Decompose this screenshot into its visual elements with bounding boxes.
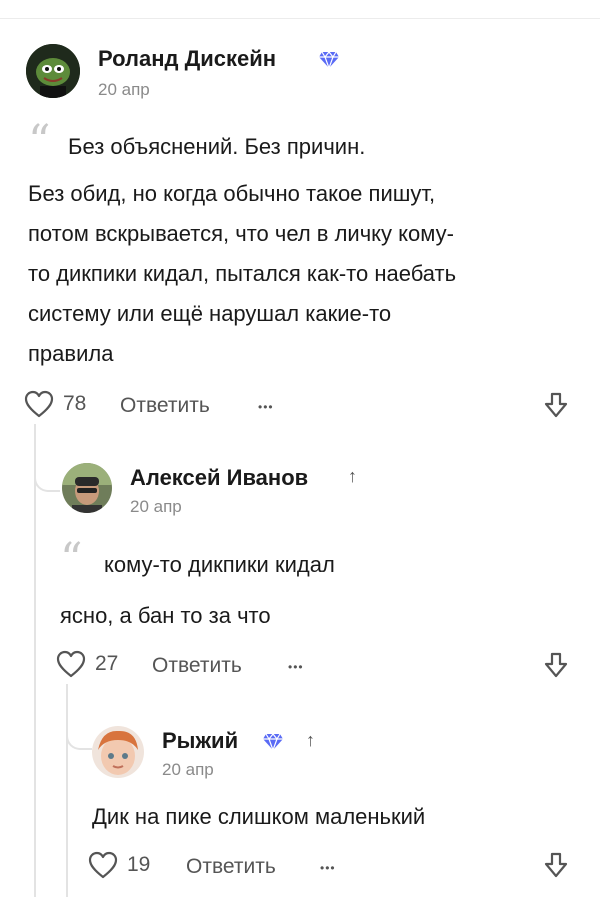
reply-button[interactable]: Ответить	[120, 394, 210, 418]
reply-arrow-icon[interactable]: ↑	[306, 730, 315, 751]
reply-button[interactable]: Ответить	[152, 654, 242, 678]
text-line: то дикпики кидал, пытался как-то наебать	[28, 261, 457, 286]
like-count: 78	[63, 392, 87, 415]
comment-date: 20 апр	[98, 80, 150, 99]
downvote-icon[interactable]	[544, 652, 568, 678]
verified-icon	[318, 51, 340, 69]
like-count: 19	[127, 853, 151, 876]
text-line: правила	[28, 341, 114, 366]
reply-button[interactable]: Ответить	[186, 855, 276, 879]
verified-icon	[262, 733, 284, 751]
like-button[interactable]: 27	[56, 650, 118, 678]
heart-icon	[56, 650, 86, 678]
comment-author[interactable]: Роланд Дискейн	[98, 46, 276, 72]
comment-text: Дик на пике слишком маленький	[92, 804, 426, 829]
downvote-icon[interactable]	[544, 392, 568, 418]
more-options-button[interactable]: •••	[288, 660, 304, 674]
like-button[interactable]: 19	[88, 851, 150, 879]
comment-text: ясно, а бан то за что	[60, 603, 271, 628]
quote-icon: “	[28, 116, 51, 167]
thread-line	[66, 684, 68, 897]
comment-author[interactable]: Алексей Иванов	[130, 465, 308, 491]
avatar[interactable]	[62, 463, 112, 513]
quoted-text: кому-то дикпики кидал	[104, 552, 335, 577]
text-line: систему или ещё нарушал какие-то	[28, 301, 392, 326]
heart-icon	[88, 851, 118, 879]
top-divider	[0, 18, 600, 19]
reply-arrow-icon[interactable]: ↑	[348, 466, 357, 487]
thread-connector	[66, 726, 92, 750]
avatar[interactable]	[92, 726, 144, 778]
more-options-button[interactable]: •••	[320, 861, 336, 875]
comment-text: Без обид, но когда обычно такое пишут, п…	[28, 174, 588, 374]
heart-icon	[24, 390, 54, 418]
quote-icon: “	[60, 534, 83, 585]
comment-date: 20 апр	[162, 760, 214, 779]
quoted-text: Без объяснений. Без причин.	[68, 134, 366, 159]
comment-author[interactable]: Рыжий	[162, 728, 238, 754]
like-button[interactable]: 78	[24, 390, 86, 418]
more-options-button[interactable]: •••	[258, 400, 274, 414]
thread-connector	[34, 468, 60, 492]
text-line: потом вскрывается, что чел в личку кому-	[28, 221, 454, 246]
text-line: Без обид, но когда обычно такое пишут,	[28, 181, 436, 206]
avatar[interactable]	[26, 44, 80, 98]
downvote-icon[interactable]	[544, 852, 568, 878]
like-count: 27	[95, 652, 119, 675]
thread-line	[34, 424, 36, 897]
comment-date: 20 апр	[130, 497, 182, 516]
